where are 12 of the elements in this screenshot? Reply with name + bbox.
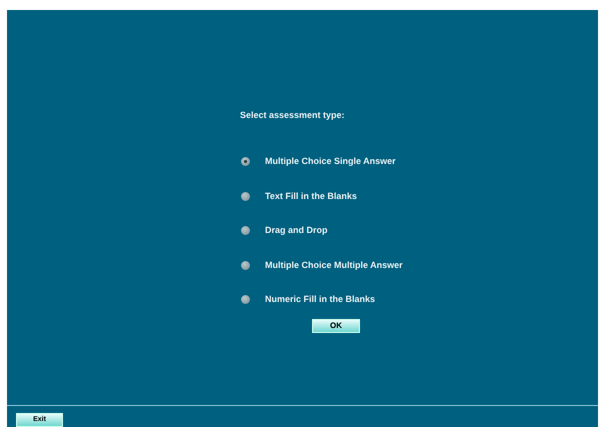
radio-button[interactable] [241, 295, 250, 304]
radio-button[interactable] [241, 157, 250, 166]
radio-button[interactable] [241, 192, 250, 201]
option-label[interactable]: Text Fill in the Blanks [265, 190, 357, 203]
prompt-text: Select assessment type: [240, 109, 346, 122]
option-label[interactable]: Drag and Drop [265, 224, 328, 238]
option-label[interactable]: Multiple Choice Multiple Answer [265, 258, 403, 272]
option-label[interactable]: Multiple Choice Single Answer [265, 155, 396, 168]
option-label[interactable]: Numeric Fill in the Blanks [265, 293, 376, 306]
radio-button[interactable] [241, 226, 250, 236]
ok-button[interactable]: OK [312, 319, 360, 333]
radio-button[interactable] [241, 260, 250, 270]
